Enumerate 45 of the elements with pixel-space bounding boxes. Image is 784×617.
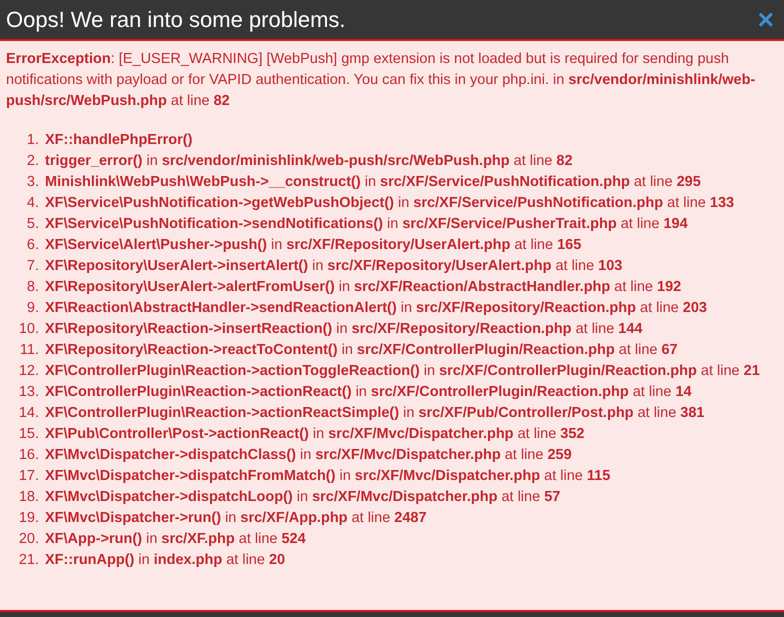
- stack-trace-entry: XF\ControllerPlugin\Reaction->actionReact() in src/XF/ControllerPlugin/Reaction.php at line 14: [45, 383, 693, 402]
- list-number: 6.: [26, 236, 39, 255]
- stack-trace-entry: XF\Pub\Controller\Post->actionReact() in src/XF/Mvc/Dispatcher.php at line 352: [45, 425, 586, 444]
- list-number: 16.: [18, 446, 39, 465]
- list-number: 13.: [18, 383, 39, 402]
- list-number: 11.: [18, 341, 39, 360]
- list-number: 4.: [26, 194, 39, 213]
- stack-trace-entry: XF\Service\PushNotification->sendNotifications() in src/XF/Service/PusherTrait.php at line 194: [45, 215, 689, 234]
- stack-trace-entry: XF\Service\Alert\Pusher->push() in src/XF/Repository/UserAlert.php at line 165: [45, 236, 582, 255]
- list-number: 12.: [18, 362, 39, 381]
- stack-trace-entry: XF\Repository\Reaction->reactToContent() in src/XF/ControllerPlugin/Reaction.php at line 67: [45, 341, 679, 360]
- stack-trace-entry: XF\App->run() in src/XF.php at line 524: [45, 530, 307, 549]
- stack-trace-entry: XF\Mvc\Dispatcher->dispatchClass() in src/XF/Mvc/Dispatcher.php at line 259: [45, 446, 573, 465]
- list-number: 2.: [26, 152, 39, 171]
- stack-trace-entry: XF\Repository\UserAlert->insertAlert() in src/XF/Repository/UserAlert.php at line 103: [45, 257, 624, 276]
- list-number: 10.: [18, 320, 39, 339]
- stack-trace-entry: XF\Service\PushNotification->getWebPushObject() in src/XF/Service/PushNotification.php at line 133: [45, 194, 736, 213]
- list-number: 15.: [18, 425, 39, 444]
- stack-trace-entry: trigger_error() in src/vendor/minishlink/web-push/src/WebPush.php at line 82: [45, 152, 574, 171]
- dialog-title: Oops! We ran into some problems.: [6, 6, 346, 32]
- stack-trace-entry: XF\Repository\Reaction->insertReaction() in src/XF/Repository/Reaction.php at line 144: [45, 320, 644, 339]
- stack-trace-entry: Minishlink\WebPush\WebPush->__construct() in src/XF/Service/PushNotification.php at line 295: [45, 173, 702, 192]
- list-number: 21.: [18, 551, 39, 570]
- list-number: 1.: [26, 131, 39, 150]
- stack-trace-entry: XF\Mvc\Dispatcher->dispatchLoop() in src/XF/Mvc/Dispatcher.php at line 57: [45, 488, 562, 507]
- stack-trace-entry: XF\ControllerPlugin\Reaction->actionReactSimple() in src/XF/Pub/Controller/Post.php at line 381: [45, 404, 706, 423]
- error-message: ErrorException: [E_USER_WARNING] [WebPush] gmp extension is not loaded but is required for sending push notifications with payload or for VAPID authentication. You can fix this in your php.ini. in src/vendor/minishlink/web-push/src/WebPush.php at line 82: [6, 50, 756, 111]
- list-number: 17.: [18, 467, 39, 486]
- stack-trace-entry: XF\Mvc\Dispatcher->dispatchFromMatch() in src/XF/Mvc/Dispatcher.php at line 115: [45, 467, 612, 486]
- list-number: 3.: [26, 173, 39, 192]
- list-number: 19.: [18, 509, 39, 528]
- list-number: 7.: [26, 257, 39, 276]
- stack-trace-entry: XF\Repository\UserAlert->alertFromUser() in src/XF/Reaction/AbstractHandler.php at line 192: [45, 278, 682, 297]
- list-number: 14.: [18, 404, 39, 423]
- close-button[interactable]: ×: [756, 6, 776, 34]
- stack-trace-entry: XF::handlePhpError(): [45, 131, 194, 150]
- list-number: 9.: [26, 299, 39, 318]
- stack-trace-entry: XF\Mvc\Dispatcher->run() in src/XF/App.php at line 2487: [45, 509, 428, 528]
- stack-trace-entry: XF::runApp() in index.php at line 20: [45, 551, 286, 570]
- list-number: 18.: [18, 488, 39, 507]
- stack-trace-entry: XF\ControllerPlugin\Reaction->actionToggleReaction() in src/XF/ControllerPlugin/Reaction.php at line 21: [45, 362, 761, 381]
- stack-trace-entry: XF\Reaction\AbstractHandler->sendReactionAlert() in src/XF/Repository/Reaction.php at line 203: [45, 299, 708, 318]
- list-number: 5.: [26, 215, 39, 234]
- list-number: 8.: [26, 278, 39, 297]
- list-number: 20.: [18, 530, 39, 549]
